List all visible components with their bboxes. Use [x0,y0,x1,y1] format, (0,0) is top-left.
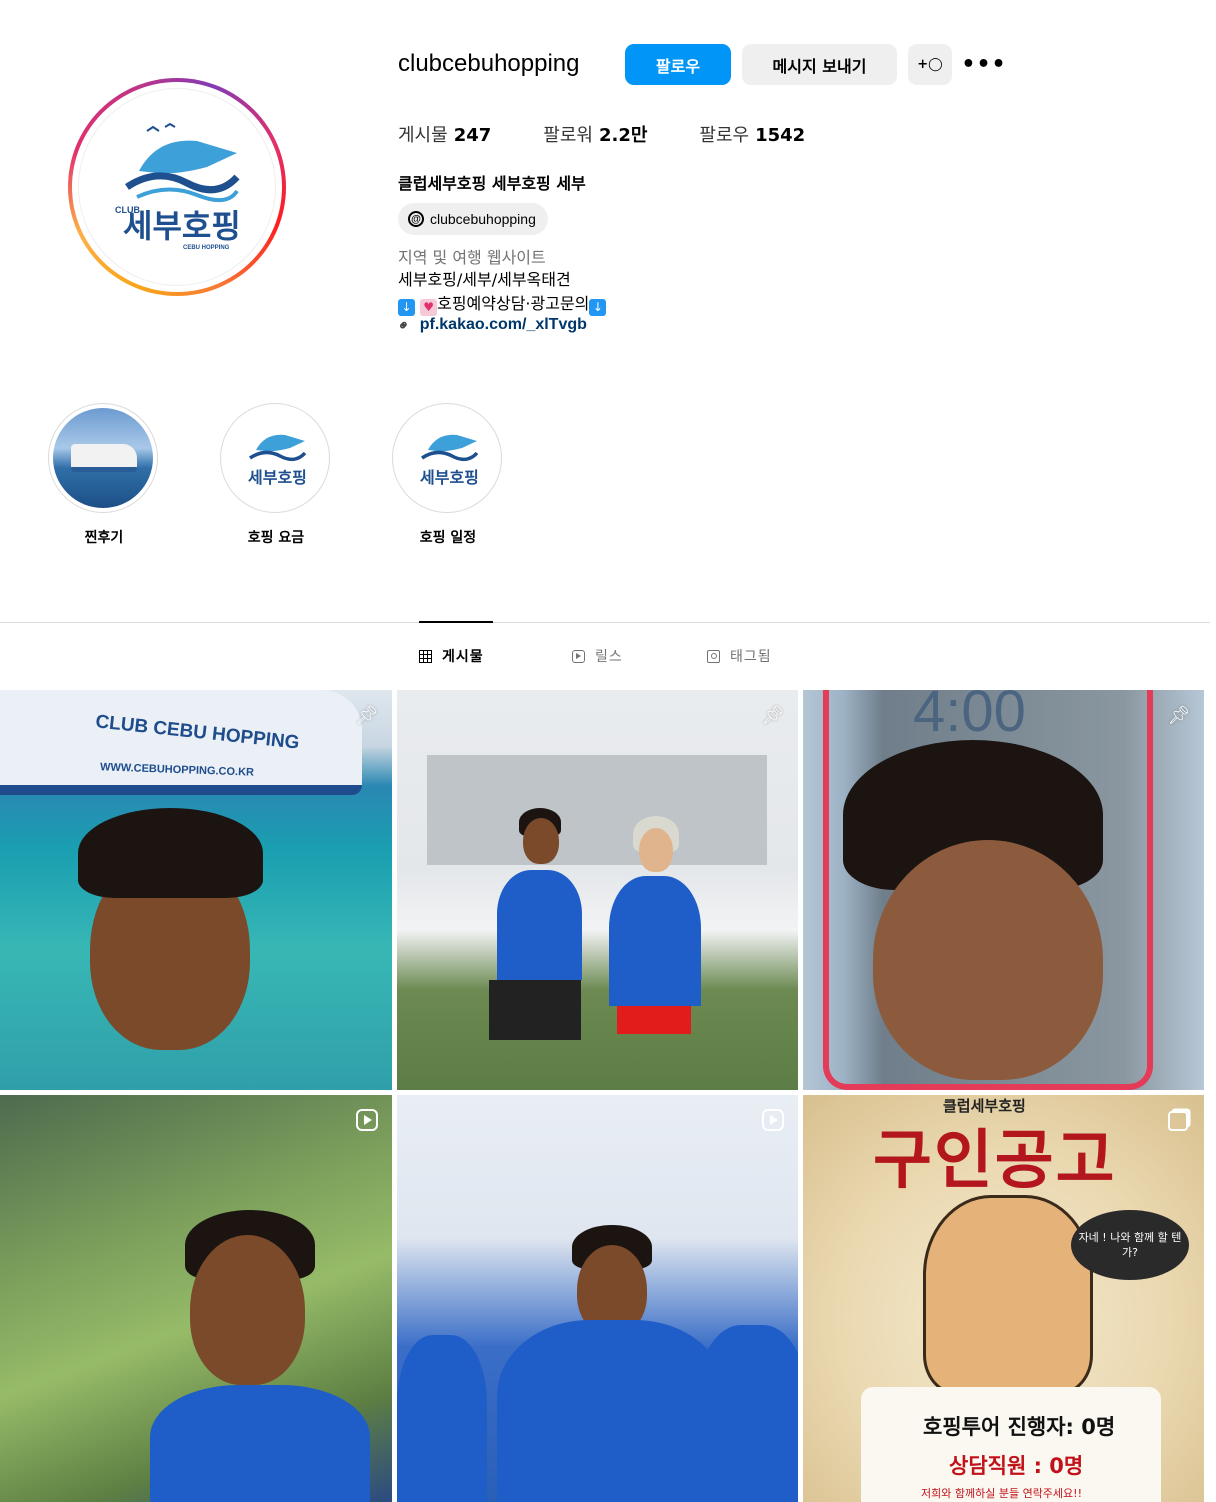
post-thumbnail[interactable] [397,1095,798,1502]
pin-icon: 📌︎ [761,704,785,726]
post-thumbnail[interactable]: 📌︎ [397,690,798,1090]
bio-line-2-row: ↓ ♥ 호핑예약상담·광고문의 ↓ [398,292,607,316]
heart-icon: ♥ [420,299,438,316]
person-face [190,1235,305,1385]
post-thumbnail[interactable]: CLUB CEBU HOPPING WWW.CEBUHOPPING.CO.KR … [0,690,392,1090]
building-windows [427,755,767,865]
post-thumbnail[interactable]: 4:00 📌︎ [803,690,1204,1090]
highlight-reviews[interactable]: 찐후기 [48,403,160,547]
poster-title: 구인공고 [873,1124,1117,1198]
follow-button[interactable]: 팔로우 [625,44,731,85]
threads-handle: clubcebuhopping [430,211,536,227]
highlight-logo-image: 세부호핑 [225,408,325,508]
poster-speech-bubble: 자네 ! 나와 함께 할 텐가? [1071,1210,1189,1280]
post-thumbnail[interactable] [0,1095,392,1502]
active-tab-indicator [419,621,493,623]
profile-username: clubcebuhopping [398,50,580,77]
logo-korean-text: 세부호핑 [123,207,241,245]
down-arrow-icon: ↓ [589,299,607,316]
profile-link[interactable]: ⚭ pf.kakao.com/_xlTvgb [394,315,587,335]
stat-followers[interactable]: 팔로워 2.2만 [543,121,647,147]
down-arrow-icon: ↓ [398,299,415,316]
tagged-icon [707,649,720,663]
tab-posts[interactable]: 게시물 [419,646,484,666]
blue-shirt [497,870,582,980]
reel-icon [762,1109,784,1131]
highlight-label: 호핑 일정 [419,530,477,546]
stat-following[interactable]: 팔로우 1542 [699,121,805,147]
highlight-ship-image [53,408,153,508]
person-face [639,828,673,872]
suggest-accounts-button[interactable]: +◯ [908,44,952,85]
message-button[interactable]: 메시지 보내기 [742,44,897,85]
blue-shirt [497,1320,727,1502]
blue-shirt [697,1325,798,1502]
pin-icon: 📌︎ [355,704,379,726]
reel-icon [356,1109,378,1131]
pin-icon: 📌︎ [1167,704,1191,726]
more-options-icon: ••• [961,52,1007,77]
stat-followers-label: 팔로워 [543,125,593,146]
stat-following-value: 1542 [755,125,806,146]
reels-icon [572,649,585,663]
post-thumbnail[interactable]: 클럽세부호핑 구인공고 자네 ! 나와 함께 할 텐가? 호핑투어 진행자: 0… [803,1095,1204,1502]
highlight-logo-text: 세부호핑 [420,468,479,487]
ship-image [0,690,362,795]
person-face [523,818,559,864]
blue-shirt [609,876,701,1006]
person-face [873,840,1103,1080]
tab-tagged[interactable]: 태그됨 [707,646,772,666]
bio-line-2: 호핑예약상담·광고문의 [437,294,590,313]
highlight-label: 호핑 요금 [247,530,305,546]
tab-reels[interactable]: 릴스 [572,646,623,666]
profile-category: 지역 및 여행 웹사이트 [398,248,546,267]
poster-line-3: 저희와 함께하실 분들 연락주세요!! [921,1487,1082,1500]
stat-posts-label: 게시물 [398,125,448,146]
tab-reels-label: 릴스 [595,649,623,665]
highlight-schedule[interactable]: 세부호핑 호핑 일정 [392,403,504,547]
link-icon: ⚭ [393,314,414,335]
red-shorts [617,1006,691,1034]
profile-bio: 세부호핑/세부/세부옥태견 ↓ ♥ 호핑예약상담·광고문의 ↓ [398,268,607,316]
logo-english-text: CEBU HOPPING [183,245,230,251]
stat-followers-value: 2.2만 [598,125,648,146]
shorts [489,980,581,1040]
stat-posts-value: 247 [453,125,492,146]
blue-shirt [150,1385,370,1502]
blue-shirt [397,1335,487,1502]
poster-line-2: 상담직원 : 0명 [949,1454,1084,1478]
profile-link-text: pf.kakao.com/_xlTvgb [419,316,587,333]
tabs-divider [0,622,1210,623]
profile-stats: 게시물 247 팔로워 2.2만 팔로우 1542 [398,121,857,147]
stat-posts: 게시물 247 [398,121,491,147]
person-hair [78,808,263,898]
threads-link[interactable]: @ clubcebuhopping [398,203,548,235]
more-options-button[interactable]: ••• [961,44,1005,85]
profile-avatar[interactable]: CLUB 세부호핑 CEBU HOPPING [68,78,286,296]
stat-following-label: 팔로우 [699,125,750,146]
tab-posts-label: 게시물 [442,649,484,665]
bio-line-1: 세부호핑/세부/세부옥태견 [398,270,571,289]
highlight-logo-text: 세부호핑 [248,468,307,487]
highlight-prices[interactable]: 세부호핑 호핑 요금 [220,403,332,547]
carousel-icon [1168,1111,1188,1131]
brand-logo: CLUB 세부호핑 CEBU HOPPING [78,88,276,286]
add-person-icon: +◯ [917,57,943,72]
poster-illustration [923,1195,1093,1395]
poster-line-1: 호핑투어 진행자: 0명 [923,1415,1116,1439]
tab-tagged-label: 태그됨 [730,649,772,665]
profile-full-name: 클럽세부호핑 세부호핑 세부 [398,174,586,193]
grid-icon [419,649,432,663]
highlight-logo-image: 세부호핑 [397,408,497,508]
threads-icon: @ [408,211,424,227]
phone-clock: 4:00 [913,690,1026,744]
highlight-label: 찐후기 [84,530,124,546]
